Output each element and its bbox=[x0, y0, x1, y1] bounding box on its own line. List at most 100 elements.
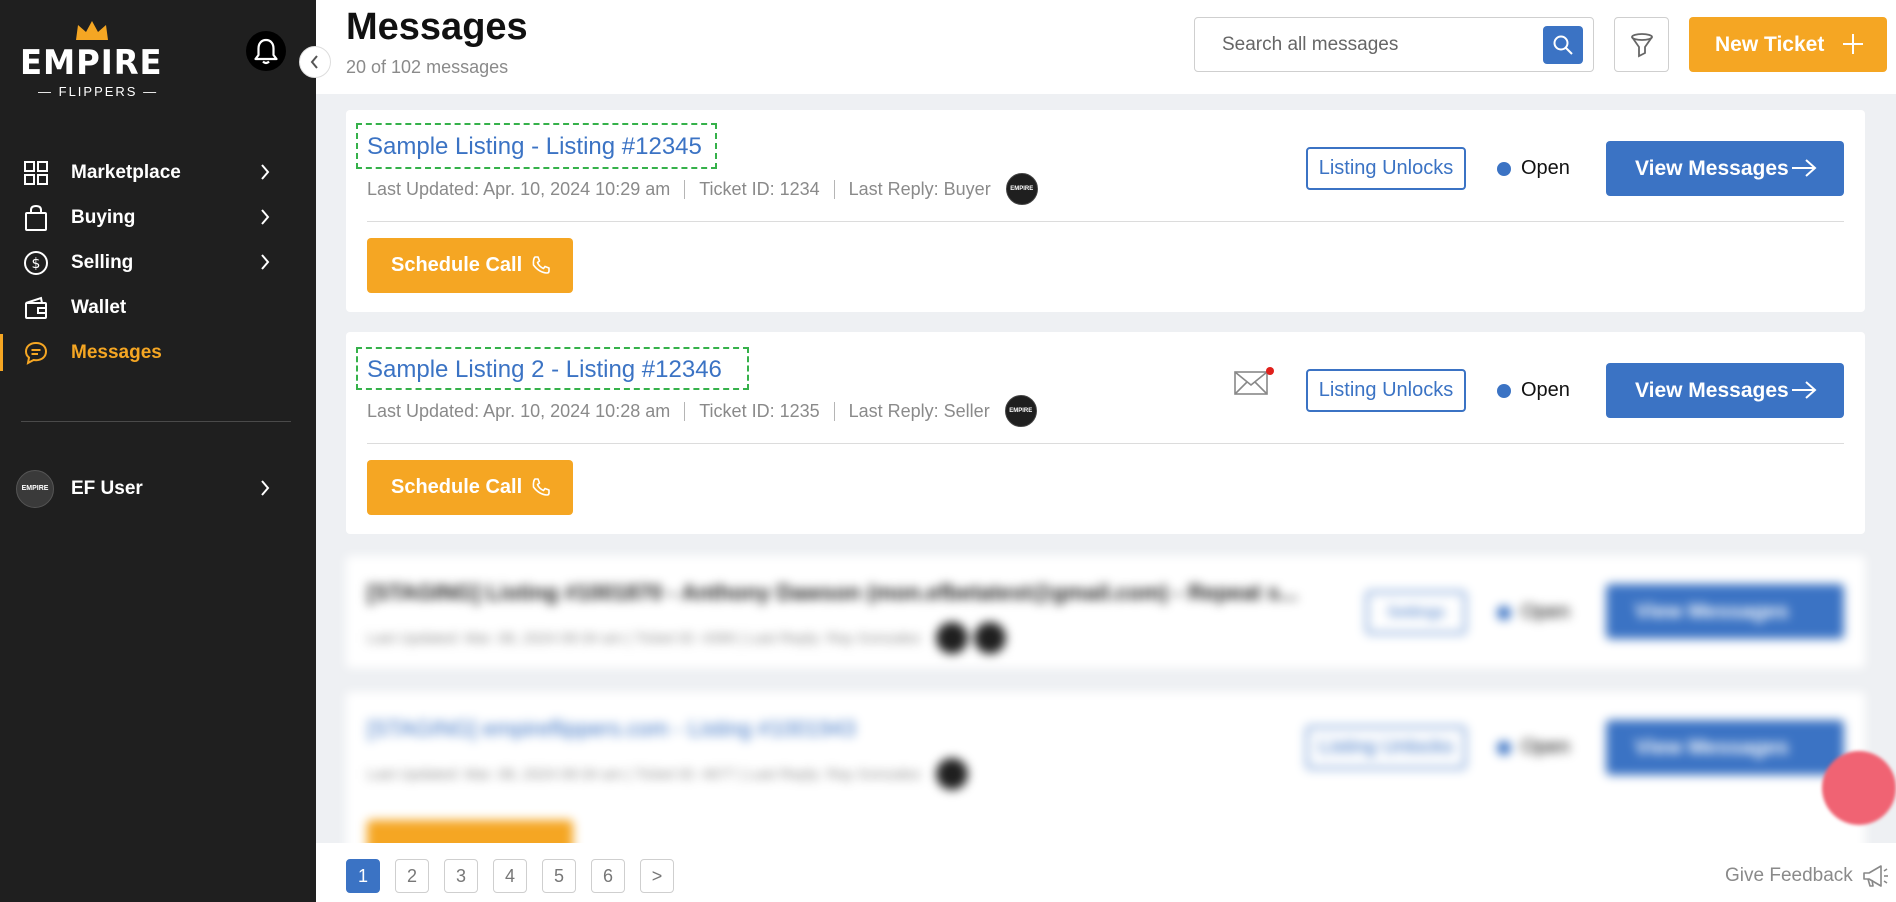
avatar bbox=[935, 758, 968, 790]
ticket-meta: Last Updated: Apr. 10, 2024 10:29 am Tic… bbox=[367, 173, 1038, 205]
last-updated: Last Updated: Apr. 10, 2024 10:28 am bbox=[367, 400, 671, 421]
last-reply: Last Reply: Seller bbox=[848, 400, 990, 421]
category-tag-button[interactable]: Listing Unlocks bbox=[1306, 726, 1466, 769]
notifications-button[interactable] bbox=[246, 31, 286, 71]
view-messages-button[interactable]: View Messages bbox=[1606, 363, 1844, 418]
last-reply: Last Reply: Buyer bbox=[848, 178, 991, 199]
chat-widget-button[interactable] bbox=[1822, 751, 1896, 825]
ticket-title-link[interactable]: Sample Listing - Listing #12345 bbox=[367, 133, 702, 161]
ticket-meta: Last Updated: Mar. 08, 2024 09:34 am | T… bbox=[367, 758, 968, 790]
ticket-card: Sample Listing - Listing #12345 Last Upd… bbox=[346, 110, 1865, 312]
page-button[interactable]: 1 bbox=[346, 859, 380, 893]
page-button[interactable]: 6 bbox=[591, 859, 625, 893]
sidebar-item-label: Messages bbox=[71, 341, 162, 363]
category-tag-button[interactable]: Listing Unlocks bbox=[1306, 147, 1466, 190]
view-messages-label: View Messages bbox=[1635, 378, 1789, 402]
avatar: EMPIRE bbox=[1005, 173, 1038, 205]
dollar-circle-icon: $ bbox=[22, 249, 50, 277]
collapse-sidebar-button[interactable] bbox=[299, 46, 331, 78]
ticket-card-blurred: [STAGING] Listing #1001870 - Anthony Daw… bbox=[346, 556, 1865, 668]
chat-bubble-icon bbox=[22, 339, 50, 367]
user-name: EF User bbox=[71, 477, 143, 499]
status-dot bbox=[1497, 161, 1511, 176]
grid-icon bbox=[22, 159, 50, 187]
arrow-right-icon bbox=[1792, 159, 1817, 177]
ticket-meta-text: Last Updated: Mar. 08, 2024 09:34 am | T… bbox=[367, 629, 921, 647]
chevron-right-icon bbox=[261, 164, 270, 180]
card-divider bbox=[367, 443, 1844, 444]
svg-text:$: $ bbox=[32, 256, 41, 272]
sidebar-item-label: Wallet bbox=[71, 296, 127, 318]
status-label: Open bbox=[1521, 157, 1570, 179]
logo-subtext: — FLIPPERS — bbox=[38, 84, 159, 99]
status-badge: Open bbox=[1497, 379, 1570, 402]
crown-icon bbox=[76, 21, 108, 40]
chevron-left-icon bbox=[310, 55, 318, 69]
page-button[interactable]: 2 bbox=[395, 859, 429, 893]
ticket-title-link[interactable]: Sample Listing 2 - Listing #12346 bbox=[367, 356, 722, 384]
page-button[interactable]: 5 bbox=[542, 859, 576, 893]
sidebar-nav: Marketplace Buying $ Selling Wallet Mess… bbox=[0, 150, 316, 375]
give-feedback-link[interactable]: Give Feedback bbox=[1725, 863, 1889, 889]
sidebar-item-messages[interactable]: Messages bbox=[0, 330, 316, 375]
status-label: Open bbox=[1521, 601, 1570, 623]
avatar bbox=[935, 622, 968, 654]
sidebar-item-label: Buying bbox=[71, 206, 136, 228]
search-button[interactable] bbox=[1543, 26, 1583, 64]
pagination: 1 2 3 4 5 6 > bbox=[346, 859, 689, 893]
avatar bbox=[973, 622, 1006, 654]
status-label: Open bbox=[1521, 736, 1570, 758]
page-title: Messages bbox=[346, 6, 528, 48]
view-messages-label: View Messages bbox=[1635, 156, 1789, 180]
new-ticket-label: New Ticket bbox=[1715, 32, 1825, 56]
schedule-call-button[interactable]: Schedule Call bbox=[367, 460, 573, 515]
status-badge: Open bbox=[1497, 157, 1570, 180]
category-tag-button[interactable]: Listing Unlocks bbox=[1306, 369, 1466, 412]
schedule-call-button[interactable]: Schedule Call bbox=[367, 238, 573, 293]
shopping-bag-icon bbox=[22, 204, 50, 232]
filter-button[interactable] bbox=[1614, 17, 1669, 72]
view-messages-button[interactable]: View Messages bbox=[1606, 141, 1844, 196]
schedule-call-label: Schedule Call bbox=[391, 476, 523, 498]
search-box bbox=[1194, 17, 1594, 72]
filter-icon bbox=[1630, 32, 1653, 57]
view-messages-label: View Messages bbox=[1635, 599, 1789, 623]
sidebar-item-wallet[interactable]: Wallet bbox=[0, 285, 316, 330]
wallet-icon bbox=[22, 294, 50, 322]
user-menu[interactable]: EMPIRE EF User bbox=[0, 466, 316, 511]
ticket-meta: Last Updated: Mar. 08, 2024 09:34 am | T… bbox=[367, 622, 1006, 654]
phone-icon bbox=[532, 478, 550, 496]
unread-mail-icon[interactable] bbox=[1233, 366, 1275, 396]
empire-flippers-logo[interactable]: EMPIRE — FLIPPERS — bbox=[20, 20, 166, 100]
sidebar-item-buying[interactable]: Buying bbox=[0, 195, 316, 240]
new-ticket-button[interactable]: New Ticket bbox=[1689, 17, 1887, 72]
page-button[interactable]: 3 bbox=[444, 859, 478, 893]
bell-icon bbox=[254, 38, 278, 65]
meta-separator bbox=[684, 179, 686, 199]
ticket-title-link[interactable]: [STAGING] Listing #1001870 - Anthony Daw… bbox=[367, 580, 1298, 606]
sidebar-item-marketplace[interactable]: Marketplace bbox=[0, 150, 316, 195]
status-badge: Open bbox=[1497, 736, 1570, 759]
search-input[interactable] bbox=[1195, 18, 1535, 71]
ticket-title-link[interactable]: [STAGING] empireflippers.com - Listing #… bbox=[367, 716, 856, 742]
chevron-right-icon bbox=[261, 480, 270, 496]
logo-subtext-label: FLIPPERS bbox=[58, 84, 138, 99]
message-count: 20 of 102 messages bbox=[346, 57, 509, 77]
arrow-right-icon bbox=[1792, 381, 1817, 399]
avatar: EMPIRE bbox=[1004, 395, 1037, 427]
sidebar-item-selling[interactable]: $ Selling bbox=[0, 240, 316, 285]
page-header: Messages 20 of 102 messages New Ticket bbox=[316, 0, 1896, 94]
chevron-right-icon bbox=[261, 209, 270, 225]
next-page-button[interactable]: > bbox=[640, 859, 674, 893]
view-messages-label: View Messages bbox=[1635, 735, 1789, 759]
view-messages-button[interactable]: View Messages bbox=[1606, 720, 1844, 775]
meta-separator bbox=[684, 401, 686, 421]
ticket-card: Sample Listing 2 - Listing #12346 Last U… bbox=[346, 332, 1865, 534]
status-dot bbox=[1497, 605, 1511, 620]
page-button[interactable]: 4 bbox=[493, 859, 527, 893]
view-messages-button[interactable]: View Messages bbox=[1606, 584, 1844, 639]
meta-separator bbox=[833, 179, 835, 199]
megaphone-icon bbox=[1862, 865, 1888, 887]
category-tag-button[interactable]: Settings bbox=[1366, 591, 1466, 634]
chevron-right-icon bbox=[261, 254, 270, 270]
